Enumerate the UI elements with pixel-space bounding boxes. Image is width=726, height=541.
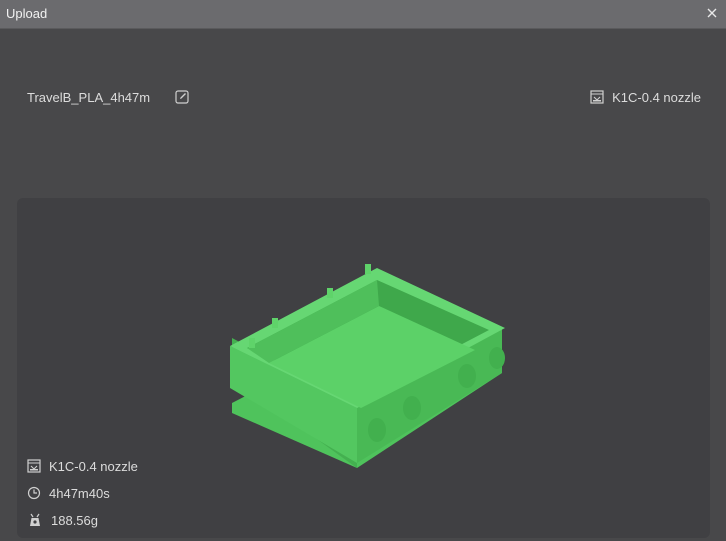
printer-name: K1C-0.4 nozzle xyxy=(612,89,701,105)
info-print-time: 4h47m40s xyxy=(27,484,110,502)
edit-icon[interactable] xyxy=(174,89,190,105)
printer-selector: K1C-0.4 nozzle xyxy=(590,88,701,106)
weight-value: 188.56g xyxy=(51,512,98,528)
title-bar: Upload xyxy=(0,0,726,29)
file-name: TravelB_PLA_4h47m xyxy=(27,89,151,105)
model-preview: K1C-0.4 nozzle 4h47m40s 188.56g xyxy=(17,198,710,538)
info-printer-name: K1C-0.4 nozzle xyxy=(49,458,138,474)
printer-icon xyxy=(27,459,41,473)
print-time-value: 4h47m40s xyxy=(49,485,110,501)
weight-icon xyxy=(30,513,40,526)
printer-icon xyxy=(590,90,604,104)
info-printer: K1C-0.4 nozzle xyxy=(27,457,138,475)
window-title: Upload xyxy=(6,6,48,21)
model-render xyxy=(230,264,505,468)
info-weight: 188.56g xyxy=(27,511,98,529)
close-icon[interactable] xyxy=(704,5,720,21)
clock-icon xyxy=(27,486,41,500)
filename-row: TravelB_PLA_4h47m xyxy=(27,88,190,106)
